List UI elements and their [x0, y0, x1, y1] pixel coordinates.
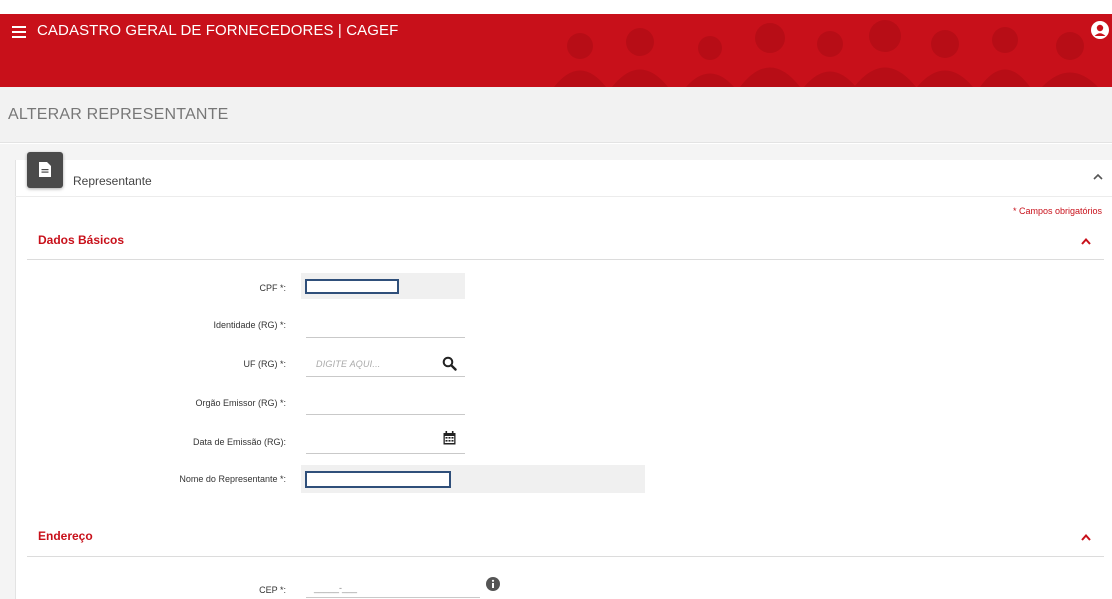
cep-label: CEP *:: [259, 585, 286, 595]
app-title: CADASTRO GERAL DE FORNECEDORES | CAGEF: [37, 22, 399, 39]
header-people-pattern: [554, 20, 1098, 87]
cpf-field: [301, 273, 465, 299]
required-fields-note: * Campos obrigatórios: [1012, 206, 1102, 216]
info-icon[interactable]: [486, 577, 500, 591]
section-title-dados-basicos: Dados Básicos: [38, 233, 125, 247]
user-circle-icon[interactable]: [1091, 21, 1109, 39]
menu-icon[interactable]: [12, 26, 26, 38]
data-emissao-label: Data de Emissão (RG):: [192, 437, 286, 447]
uf-label: UF (RG) *:: [243, 359, 287, 369]
card-header-divider: [15, 196, 1112, 197]
calendar-icon[interactable]: [443, 431, 456, 445]
data-emissao-input[interactable]: [306, 428, 465, 454]
rg-input[interactable]: [306, 312, 465, 338]
cep-input[interactable]: _____-___: [306, 576, 480, 598]
page-title-bar: ALTERAR REPRESENTANTE: [0, 87, 1112, 143]
app-header: CADASTRO GERAL DE FORNECEDORES | CAGEF: [0, 14, 1112, 87]
page-root: CADASTRO GERAL DE FORNECEDORES | CAGEF A…: [0, 0, 1112, 599]
card-collapse-chevron-up-icon[interactable]: [1091, 170, 1105, 184]
nome-representante-label: Nome do Representante *:: [179, 474, 286, 484]
document-icon: [27, 152, 63, 188]
card-title: Representante: [73, 174, 152, 188]
orgao-emissor-input[interactable]: [306, 389, 465, 415]
section-divider-endereco: [27, 556, 1104, 557]
section-divider-dados-basicos: [27, 259, 1104, 260]
rg-label: Identidade (RG) *:: [213, 320, 286, 330]
section-title-endereco: Endereço: [38, 529, 93, 543]
nome-representante-field: [301, 465, 645, 493]
cpf-label: CPF *:: [259, 283, 286, 293]
cep-placeholder: _____-___: [314, 583, 358, 593]
cpf-redacted-value: [305, 279, 399, 294]
dados-basicos-chevron-up-icon[interactable]: [1079, 235, 1093, 247]
page-title: ALTERAR REPRESENTANTE: [8, 106, 229, 123]
endereco-chevron-up-icon[interactable]: [1079, 531, 1093, 543]
representante-card: [15, 160, 1112, 599]
search-icon[interactable]: [442, 356, 457, 371]
uf-placeholder: DIGITE AQUI...: [316, 359, 381, 369]
orgao-emissor-label: Orgão Emissor (RG) *:: [195, 398, 286, 408]
nome-redacted-value: [305, 471, 451, 488]
